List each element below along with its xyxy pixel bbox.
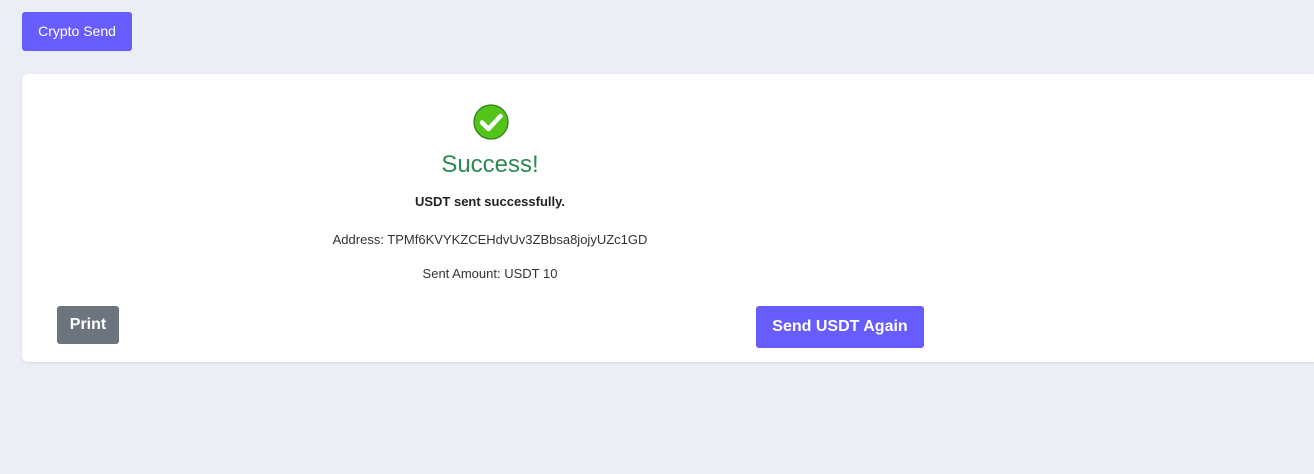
success-title: Success! [441, 151, 539, 178]
send-usdt-again-button[interactable]: Send USDT Again [756, 306, 924, 348]
address-text: Address: TPMf6KVYKZCEHdvUv3ZBbsa8jojyUZc… [332, 232, 648, 247]
result-card: Success! USDT sent successfully. Address… [22, 74, 1314, 362]
sent-amount-text: Sent Amount: USDT 10 [422, 266, 558, 281]
success-message: USDT sent successfully. [414, 194, 566, 209]
check-circle-icon [473, 104, 509, 140]
print-button[interactable]: Print [57, 306, 119, 344]
crypto-send-button[interactable]: Crypto Send [22, 12, 132, 51]
